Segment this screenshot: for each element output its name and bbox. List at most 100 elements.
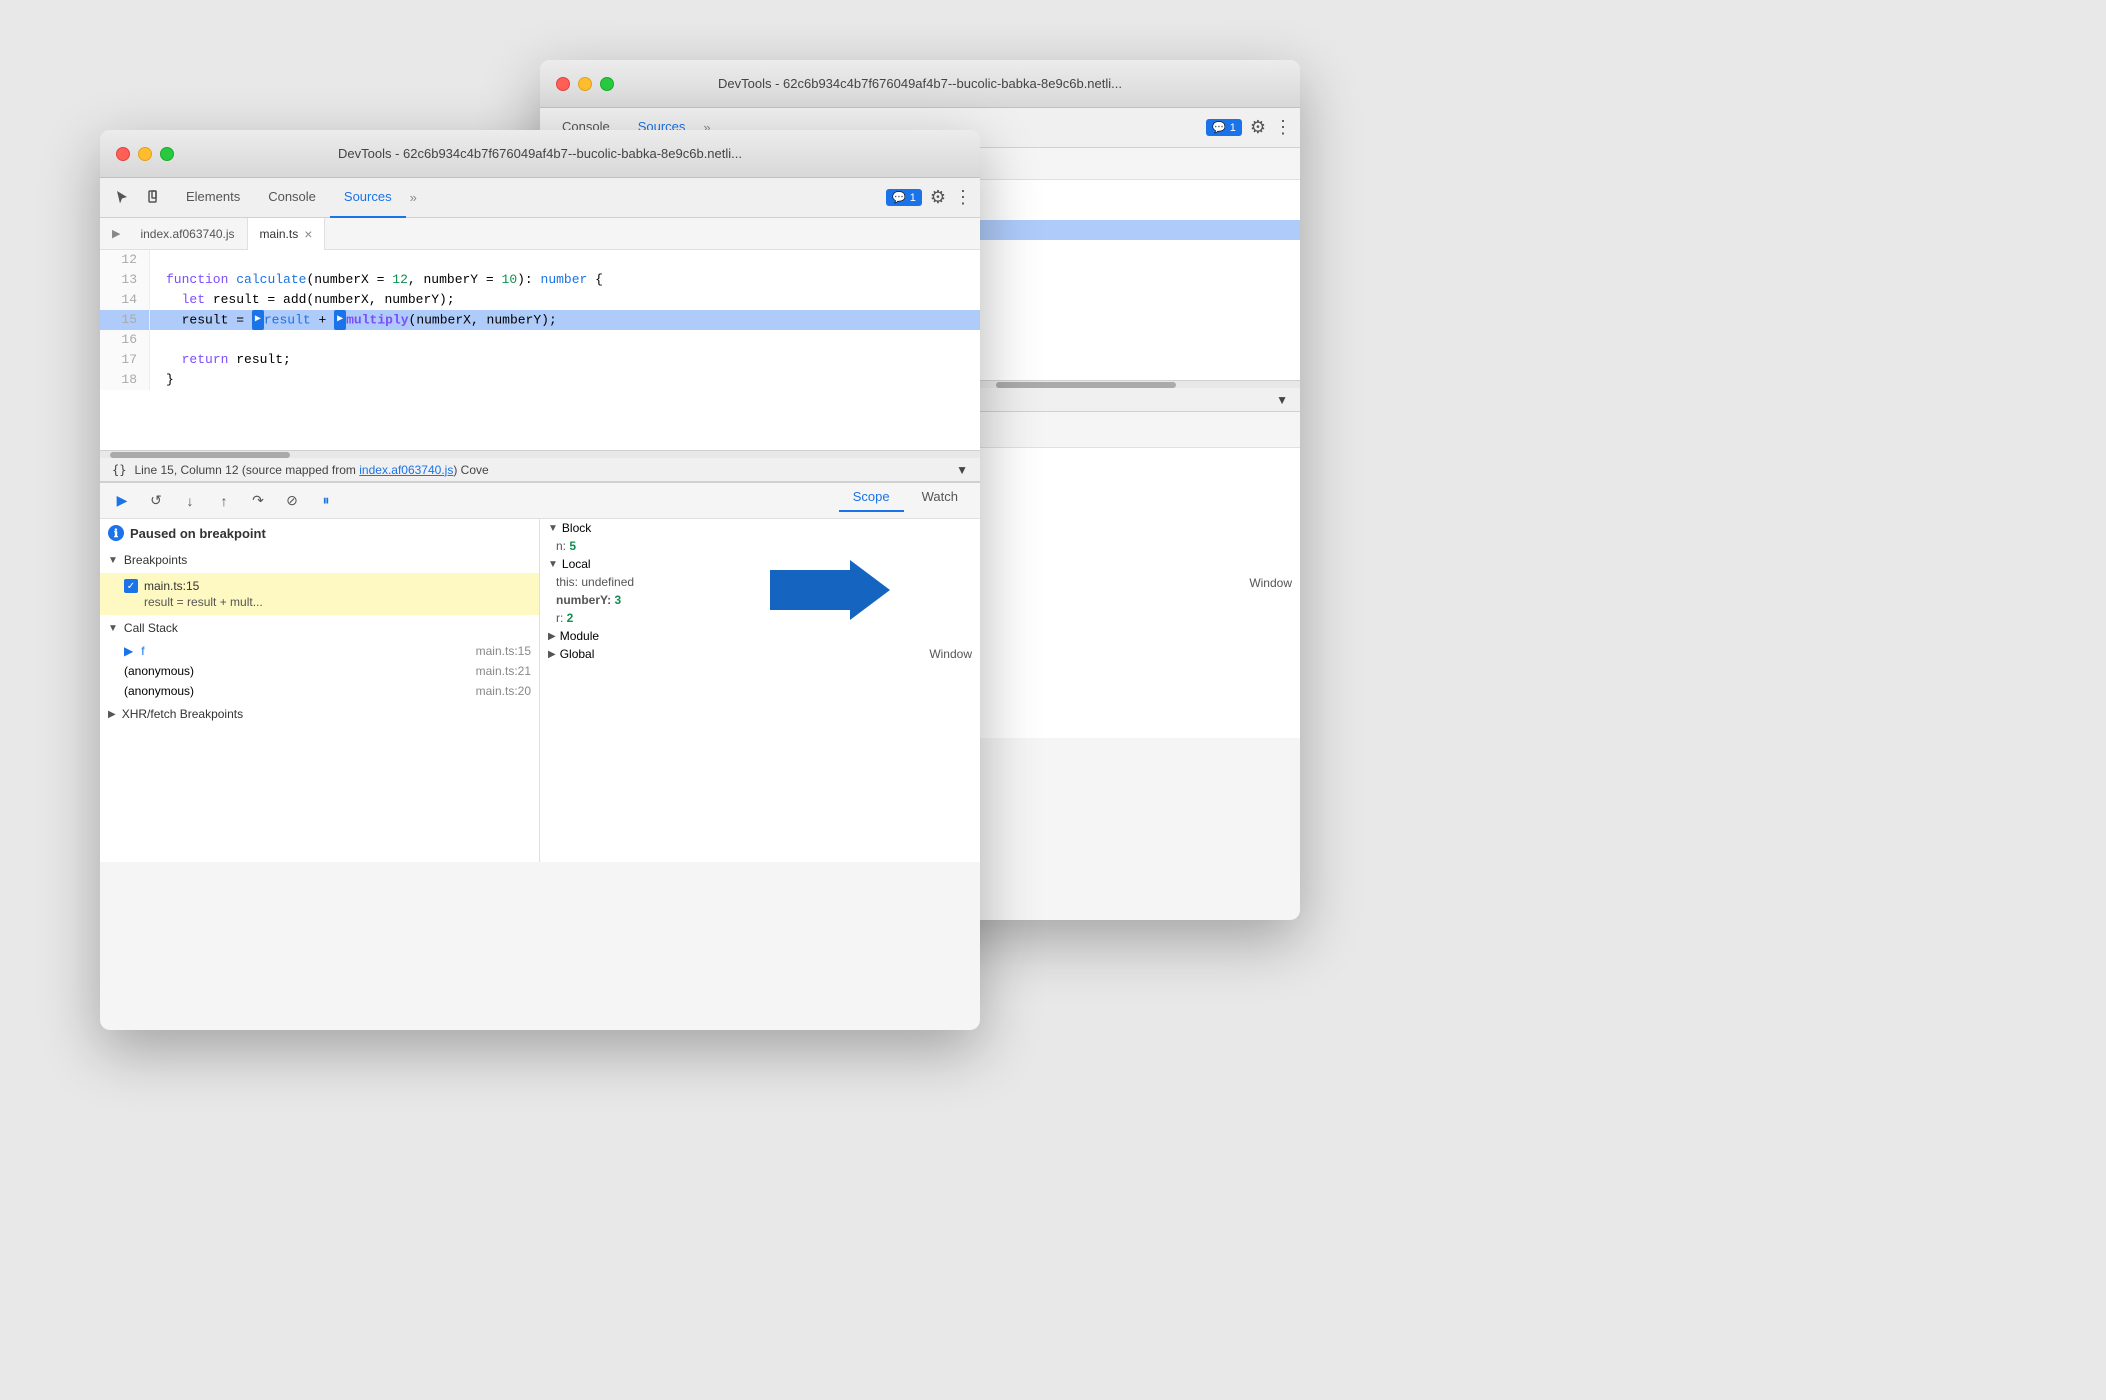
line-num-15: 15 — [100, 310, 150, 330]
chat-badge-back[interactable]: 💬 1 — [1206, 119, 1242, 136]
callstack-entry-1[interactable]: (anonymous) main.ts:21 — [100, 661, 539, 681]
status-bar-front: {} Line 15, Column 12 (source mapped fro… — [100, 458, 980, 482]
file-tab-close-front[interactable]: × — [304, 227, 312, 241]
maximize-button-front[interactable] — [160, 147, 174, 161]
watch-tab-front[interactable]: Watch — [908, 489, 972, 512]
paused-message: Paused on breakpoint — [130, 526, 266, 541]
code-line-13: 13 function calculate(numberX = 12, numb… — [100, 270, 980, 290]
scope-global-front[interactable]: ▶ Global Window — [540, 645, 980, 663]
scope-r-key-front: r: — [556, 611, 567, 625]
scope-tab-front[interactable]: Scope — [839, 489, 904, 512]
close-button-back[interactable] — [556, 77, 570, 91]
scope-n-key-front: n: — [556, 539, 569, 553]
debug-play-btn[interactable]: ▶ — [108, 487, 136, 515]
line-content-17: return result; — [150, 350, 980, 370]
checkmark-icon: ✓ — [127, 581, 135, 592]
breakpoint-item: ✓ main.ts:15 result = result + mult... — [100, 573, 539, 615]
scope-numbery-key-front: numberY: — [556, 593, 614, 607]
traffic-lights-back — [556, 77, 614, 91]
callstack-header[interactable]: ▼ Call Stack — [100, 615, 539, 641]
debug-deactivate-btn[interactable]: ⊘ — [278, 487, 306, 515]
tab-console-front[interactable]: Console — [254, 178, 330, 218]
line-content-15: result = ▶result + ▶multiply(numberX, nu… — [150, 310, 980, 330]
callstack-name-0: f — [141, 644, 144, 658]
callstack-loc-0: main.ts:15 — [476, 644, 531, 658]
title-bar-back: DevTools - 62c6b934c4b7f676049af4b7--buc… — [540, 60, 1300, 108]
scope-block-front[interactable]: ▼ Block — [540, 519, 980, 537]
code-line-12: 12 — [100, 250, 980, 270]
line-num-16: 16 — [100, 330, 150, 350]
more-menu-front[interactable]: ⋮ — [954, 187, 972, 208]
file-tabs-front: ▶ index.af063740.js main.ts × — [100, 218, 980, 250]
debug-toolbar-front: ▶ ↺ ↓ ↑ ↷ ⊘ ⏸ Scope Watch — [100, 483, 980, 519]
gear-icon-back[interactable]: ⚙ — [1250, 117, 1266, 138]
window-title-back: DevTools - 62c6b934c4b7f676049af4b7--buc… — [718, 76, 1122, 91]
tab-elements-front[interactable]: Elements — [172, 178, 254, 218]
debug-stepinto-btn[interactable]: ↓ — [176, 487, 204, 515]
info-badge: ℹ — [108, 525, 124, 541]
more-menu-back[interactable]: ⋮ — [1274, 117, 1292, 138]
triangle-block-front: ▼ — [548, 523, 558, 534]
code-area-front: 12 13 function calculate(numberX = 12, n… — [100, 250, 980, 450]
xhr-label: XHR/fetch Breakpoints — [122, 707, 243, 721]
scope-global-label-front: Global — [560, 647, 595, 661]
scrollbar-h-front[interactable] — [100, 450, 980, 458]
code-line-16: 16 — [100, 330, 980, 350]
line-content-12 — [150, 250, 980, 270]
scope-global-val-front: Window — [929, 647, 972, 661]
code-line-15: 15 result = ▶result + ▶multiply(numberX,… — [100, 310, 980, 330]
scope-module-front[interactable]: ▶ Module — [540, 627, 980, 645]
more-tabs-front[interactable]: » — [406, 190, 421, 205]
source-map-link-front[interactable]: index.af063740.js — [359, 463, 453, 477]
chat-count-back: 1 — [1230, 122, 1236, 134]
debug-stepover-btn[interactable]: ↷ — [244, 487, 272, 515]
debug-stepout-btn[interactable]: ↑ — [210, 487, 238, 515]
debug-stepback-btn[interactable]: ↺ — [142, 487, 170, 515]
xhr-header[interactable]: ▶ XHR/fetch Breakpoints — [100, 701, 539, 727]
tab-sources-front[interactable]: Sources — [330, 178, 406, 218]
debug-toolbar-right-front: Scope Watch — [839, 489, 972, 512]
gear-icon-front[interactable]: ⚙ — [930, 187, 946, 208]
breakpoint-location: main.ts:15 — [144, 579, 199, 593]
status-expand-front[interactable]: ▼ — [956, 463, 968, 477]
breakpoints-header[interactable]: ▼ Breakpoints — [100, 547, 539, 573]
scope-r-val-front: 2 — [567, 611, 574, 625]
bottom-content-front: ℹ Paused on breakpoint ▼ Breakpoints ✓ m… — [100, 519, 980, 862]
scope-local-front[interactable]: ▼ Local — [540, 555, 980, 573]
cursor-icon-front[interactable] — [108, 184, 136, 212]
callstack-name-2: (anonymous) — [124, 684, 194, 698]
callstack-entry-0[interactable]: ▶ f main.ts:15 — [100, 641, 539, 661]
file-tab-index-front[interactable]: index.af063740.js — [128, 218, 247, 250]
scope-n-front: n: 5 — [540, 537, 980, 555]
code-line-18: 18 } — [100, 370, 980, 390]
code-line-14: 14 let result = add(numberX, numberY); — [100, 290, 980, 310]
maximize-button-back[interactable] — [600, 77, 614, 91]
triangle-xhr: ▶ — [108, 709, 116, 720]
chat-badge-front[interactable]: 💬 1 — [886, 189, 922, 206]
status-expand-back[interactable]: ▼ — [1276, 393, 1288, 407]
device-icon-front[interactable] — [140, 184, 168, 212]
scope-local-label-front: Local — [562, 557, 591, 571]
window-title-front: DevTools - 62c6b934c4b7f676049af4b7--buc… — [338, 146, 742, 161]
scope-global-val-back: Window — [1249, 576, 1292, 590]
line-num-17: 17 — [100, 350, 150, 370]
line-num-12: 12 — [100, 250, 150, 270]
debug-pause-btn[interactable]: ⏸ — [312, 487, 340, 515]
line-num-13: 13 — [100, 270, 150, 290]
breakpoint-file: ✓ main.ts:15 — [124, 579, 531, 593]
line-content-14: let result = add(numberX, numberY); — [150, 290, 980, 310]
left-panel-front: ℹ Paused on breakpoint ▼ Breakpoints ✓ m… — [100, 519, 540, 862]
traffic-lights-front — [116, 147, 174, 161]
line-num-14: 14 — [100, 290, 150, 310]
triangle-module-front: ▶ — [548, 631, 556, 642]
minimize-button-back[interactable] — [578, 77, 592, 91]
callstack-entry-2[interactable]: (anonymous) main.ts:20 — [100, 681, 539, 701]
close-button-front[interactable] — [116, 147, 130, 161]
minimize-button-front[interactable] — [138, 147, 152, 161]
file-tab-arrow-front: ▶ — [104, 227, 128, 240]
code-line-17: 17 return result; — [100, 350, 980, 370]
chat-icon-front: 💬 — [892, 191, 906, 204]
callstack-name-1: (anonymous) — [124, 664, 194, 678]
file-tab-main-front[interactable]: main.ts × — [248, 218, 326, 250]
breakpoint-checkbox[interactable]: ✓ — [124, 579, 138, 593]
